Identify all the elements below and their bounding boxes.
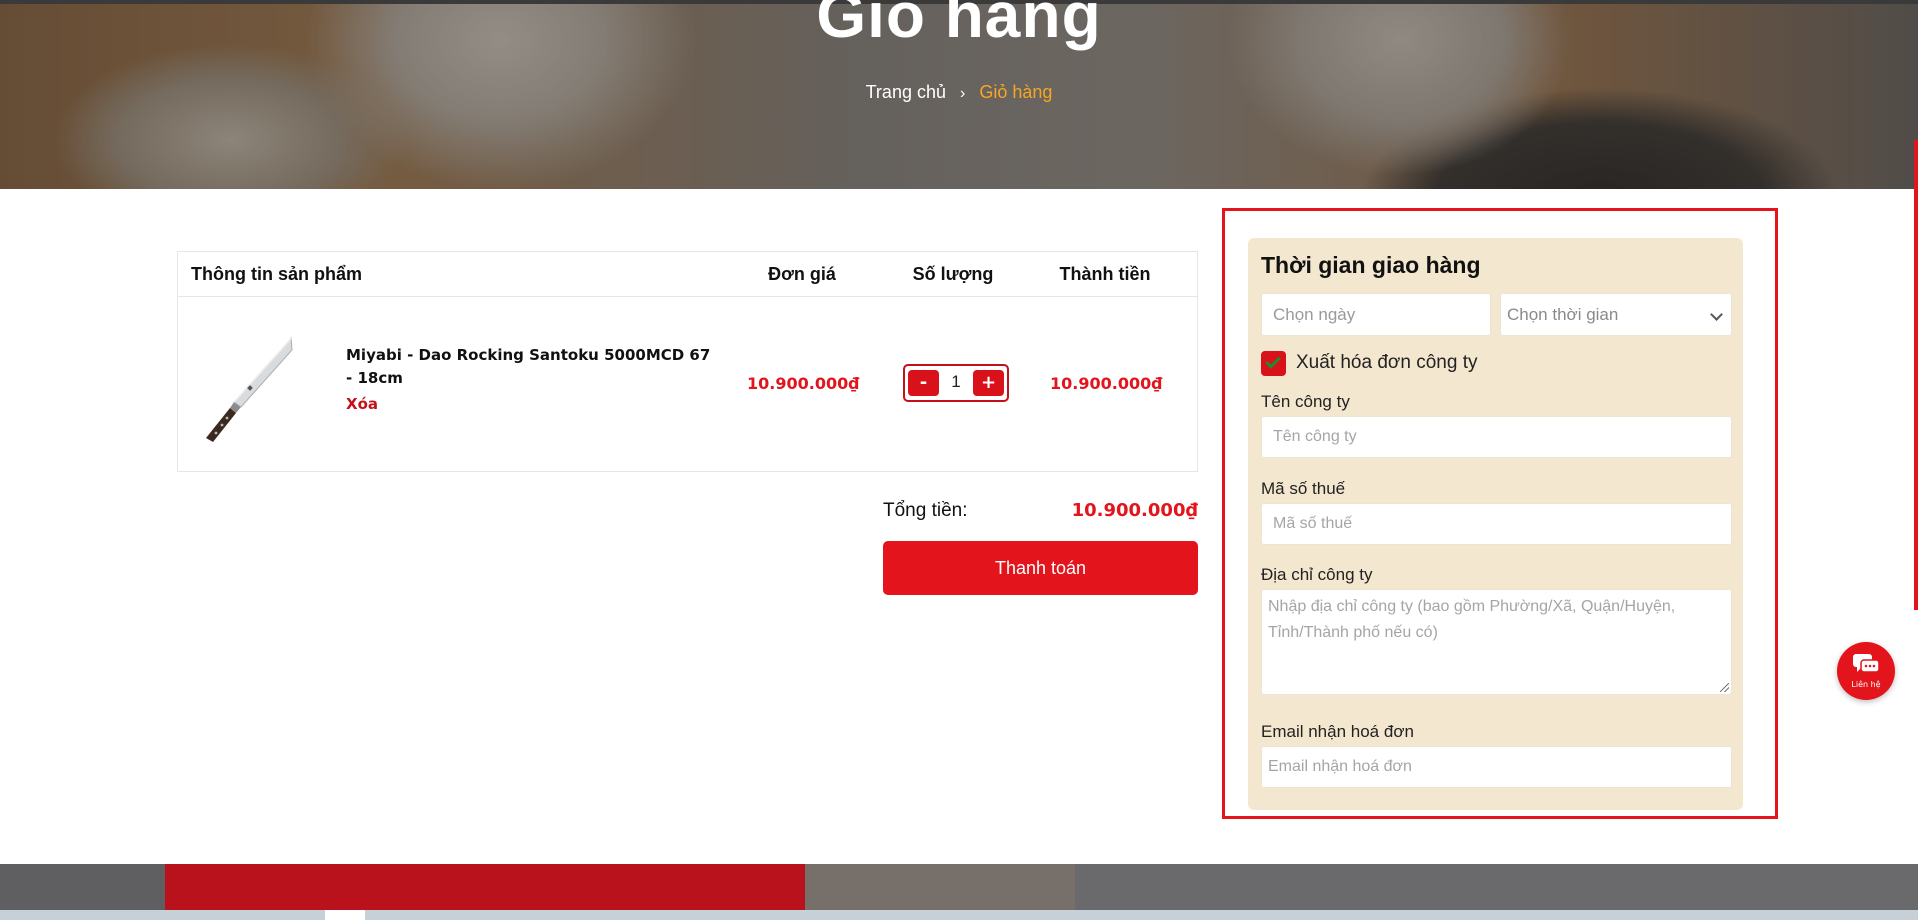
cart-table: Thông tin sản phẩm Đơn giá Số lượng Thàn… [177,251,1198,472]
contact-label: Liên hệ [1851,680,1881,689]
chevron-down-icon [1710,308,1723,321]
unit-price: 10.900.000₫ [747,374,860,393]
footer-banner [0,864,1918,920]
line-total: 10.900.000₫ [1050,374,1163,393]
checkmark-icon [1265,353,1281,369]
delivery-panel: Thời gian giao hàng Chọn ngày Chọn thời … [1248,238,1743,810]
hero-banner: Giỏ hàng Trang chủ › Giỏ hàng [0,0,1918,189]
scrollbar-thumb[interactable] [1914,140,1918,610]
company-name-label: Tên công ty [1261,392,1350,411]
chat-bubbles-icon [1853,654,1880,673]
delivery-date-input[interactable]: Chọn ngày [1261,293,1491,336]
breadcrumb-home-link[interactable]: Trang chủ [866,82,946,102]
increase-quantity-button[interactable]: + [973,370,1004,396]
checkout-button[interactable]: Thanh toán [883,541,1198,595]
quantity-stepper: - 1 + [903,364,1009,402]
invoice-email-input[interactable]: Email nhận hoá đơn [1261,746,1732,788]
product-name[interactable]: Miyabi - Dao Rocking Santoku 5000MCD 67 … [346,344,716,390]
invoice-checkbox-label[interactable]: Xuất hóa đơn công ty [1296,352,1477,374]
breadcrumb-chevron-icon: › [960,85,966,102]
company-address-textarea[interactable]: Nhập địa chỉ công ty (bao gồm Phường/Xã,… [1261,589,1732,695]
cart-page: Giỏ hàng Trang chủ › Giỏ hàng Thông tin sả… [0,0,1918,920]
contact-button[interactable]: Liên hệ [1837,642,1895,700]
header-line-total: Thành tiền [1059,264,1151,284]
invoice-email-label: Email nhận hoá đơn [1261,722,1414,741]
company-address-placeholder: Nhập địa chỉ công ty (bao gồm Phường/Xã,… [1268,598,1676,641]
cart-table-header: Thông tin sản phẩm Đơn giá Số lượng Thàn… [178,252,1197,297]
company-address-label: Địa chỉ công ty [1261,565,1373,584]
page-title: Giỏ hàng [816,0,1102,51]
quantity-input[interactable]: 1 [943,372,969,392]
delivery-time-value: Chọn thời gian [1507,305,1619,324]
header-unit-price: Đơn giá [768,264,836,284]
breadcrumb-current: Giỏ hàng [979,82,1053,102]
header-product-info: Thông tin sản phẩm [191,264,362,284]
delivery-title: Thời gian giao hàng [1261,252,1481,278]
delivery-time-select[interactable]: Chọn thời gian [1500,293,1732,336]
decrease-quantity-button[interactable]: - [908,370,939,396]
total-value: 10.900.000₫ [1071,500,1198,521]
resize-grip-icon[interactable] [1720,683,1729,692]
breadcrumb: Trang chủ › Giỏ hàng [0,82,1918,103]
header-quantity: Số lượng [912,264,994,284]
invoice-checkbox[interactable] [1261,351,1286,376]
remove-item-link[interactable]: Xóa [346,395,378,413]
tax-code-label: Mã số thuế [1261,479,1346,498]
footer-tab [325,910,365,920]
company-name-input[interactable]: Tên công ty [1261,416,1732,458]
product-image[interactable] [196,330,296,448]
tax-code-input[interactable]: Mã số thuế [1261,503,1732,545]
footer-divider [0,910,1918,920]
total-label: Tổng tiền: [883,500,968,521]
